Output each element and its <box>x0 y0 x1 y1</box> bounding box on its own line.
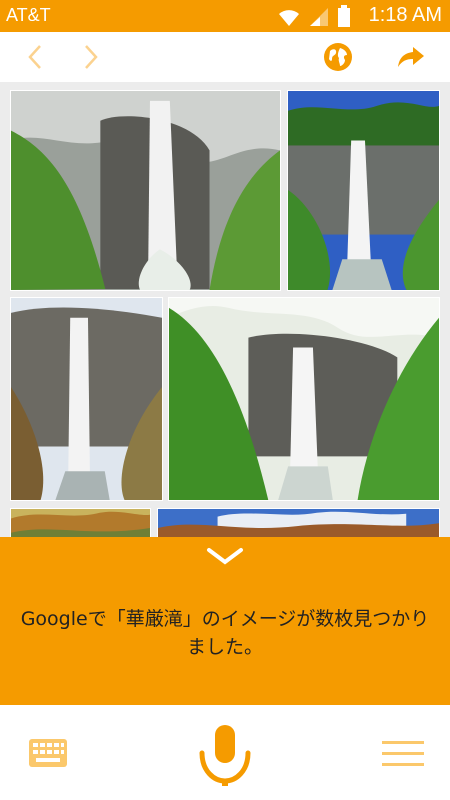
waterfall-image-5[interactable] <box>10 508 151 538</box>
share-icon <box>398 47 424 67</box>
waterfall-image-3[interactable] <box>10 297 163 501</box>
waterfall-image-1[interactable] <box>10 90 281 291</box>
battery-icon <box>338 5 350 27</box>
back-button[interactable] <box>10 32 60 82</box>
waterfall-image-6[interactable] <box>157 508 440 538</box>
chevron-right-icon <box>85 45 98 69</box>
waterfall-photo <box>169 298 439 500</box>
waterfall-photo <box>11 91 280 290</box>
chevron-down-icon[interactable] <box>205 545 245 569</box>
wifi-icon <box>279 10 299 26</box>
waterfall-image-2[interactable] <box>287 90 440 291</box>
waterfall-photo <box>11 509 150 538</box>
forward-button[interactable] <box>66 32 116 82</box>
keyboard-icon[interactable] <box>28 738 68 768</box>
globe-icon <box>324 43 352 71</box>
waterfall-photo <box>11 298 162 500</box>
chevron-left-icon <box>28 45 41 69</box>
waterfall-photo <box>288 91 439 290</box>
result-message: Googleで「華厳滝」のイメージが数枚見つかりました。 <box>20 608 430 658</box>
menu-icon[interactable] <box>382 740 424 768</box>
signal-icon <box>310 8 328 26</box>
waterfall-image-4[interactable] <box>168 297 440 501</box>
clock: 1:18 AM <box>368 4 442 26</box>
open-in-browser-button[interactable] <box>313 32 363 82</box>
image-results-grid <box>0 82 450 538</box>
waterfall-photo <box>158 509 439 538</box>
carrier-label: AT&T <box>6 5 51 25</box>
voice-result-panel: Googleで「華厳滝」のイメージが数枚見つかりました。 <box>0 537 450 705</box>
bottom-bar <box>0 705 450 800</box>
status-bar: AT&T 1:18 AM <box>0 0 450 32</box>
browser-toolbar <box>0 32 450 82</box>
microphone-icon[interactable] <box>196 723 254 787</box>
share-button[interactable] <box>386 32 436 82</box>
